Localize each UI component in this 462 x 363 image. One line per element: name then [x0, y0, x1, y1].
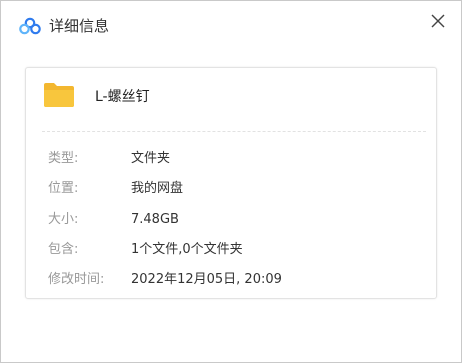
detail-label: 位置:: [48, 181, 79, 196]
detail-value: 我的网盘: [131, 181, 184, 196]
file-details-dialog: 详细信息 L-螺丝钉 类型: 文件夹 位置: 我的网盘 大小: 7.48GB 包…: [0, 0, 462, 363]
detail-value: 2022年12月05日, 20:09: [131, 272, 282, 287]
detail-label: 包含:: [48, 242, 79, 257]
detail-value: 7.48GB: [131, 212, 179, 227]
file-name: L-螺丝钉: [95, 89, 150, 105]
detail-value: 文件夹: [131, 151, 171, 166]
detail-label: 类型:: [48, 151, 79, 166]
dialog-titlebar: 详细信息: [1, 1, 461, 47]
divider: [42, 131, 426, 132]
close-icon[interactable]: [427, 10, 449, 32]
details-card: L-螺丝钉 类型: 文件夹 位置: 我的网盘 大小: 7.48GB 包含: 1个…: [25, 67, 437, 299]
detail-value: 1个文件,0个文件夹: [131, 242, 243, 257]
folder-icon: [44, 83, 74, 107]
baidu-netdisk-logo-icon: [19, 17, 41, 35]
detail-label: 修改时间:: [48, 272, 105, 287]
dialog-title: 详细信息: [49, 17, 110, 35]
detail-label: 大小:: [48, 212, 79, 227]
